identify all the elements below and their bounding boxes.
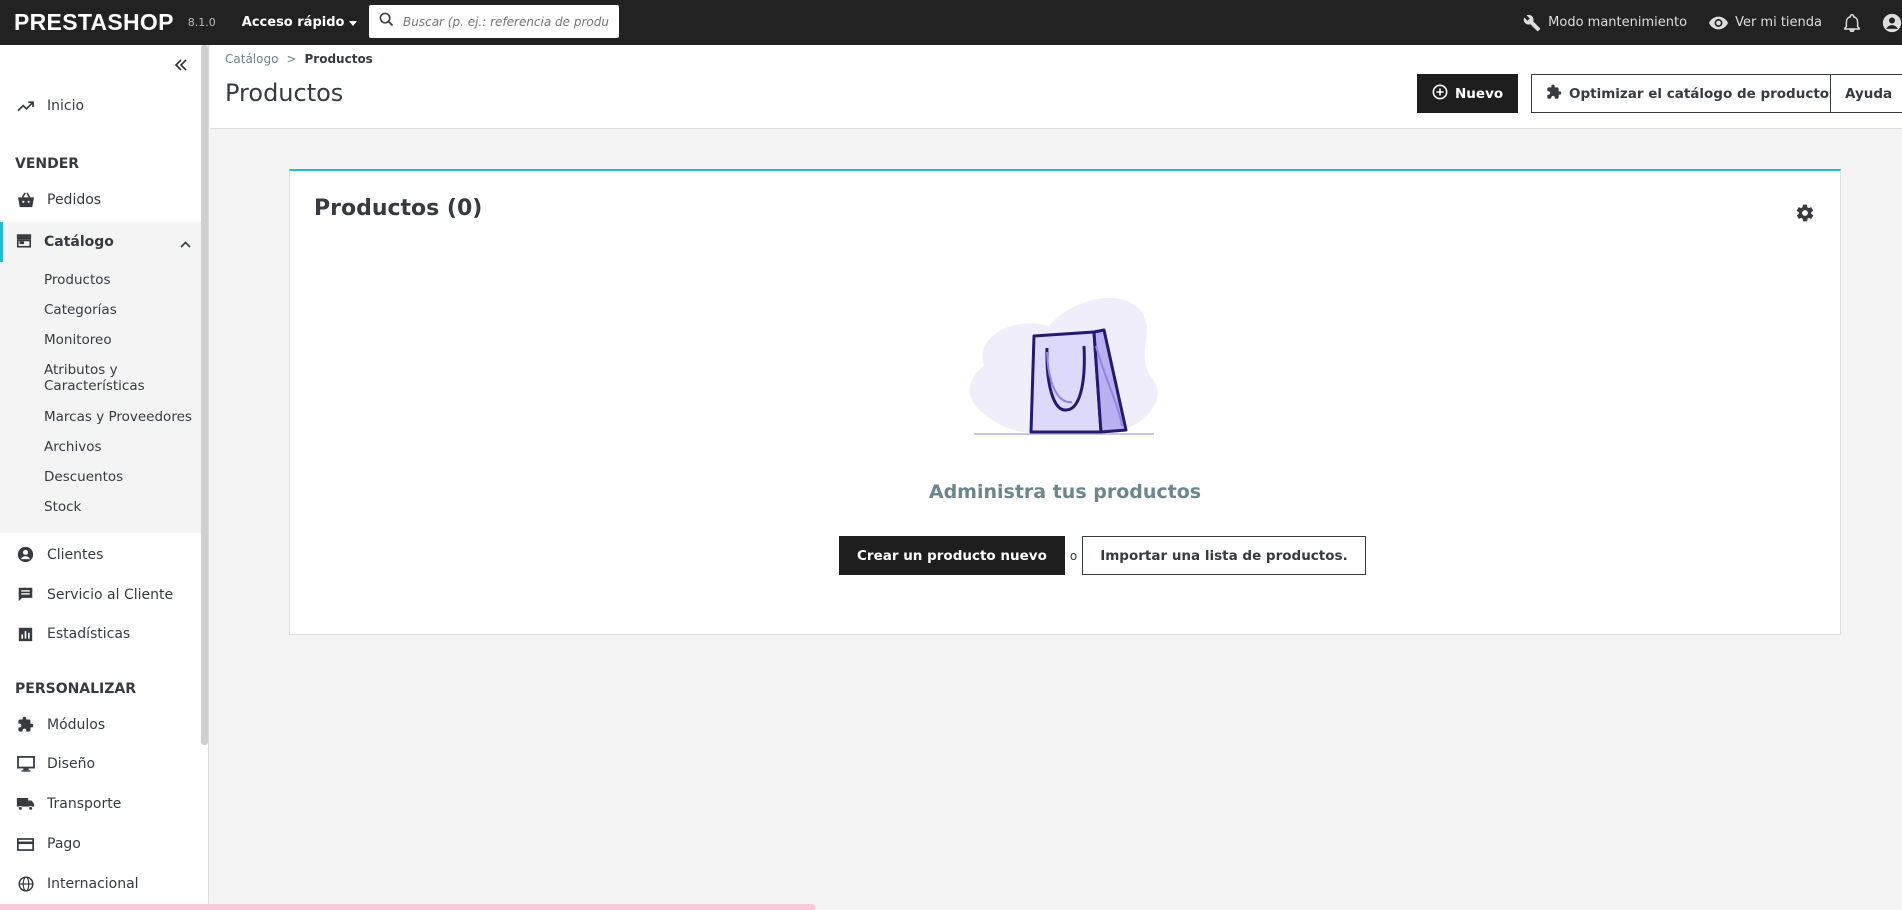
chat-icon [16, 586, 35, 603]
sidebar-item-catalogo[interactable]: Catálogo [0, 222, 201, 262]
basket-icon [16, 192, 35, 208]
sidebar-item-estadisticas[interactable]: Estadísticas [0, 626, 200, 642]
sidebar-item-transporte[interactable]: Transporte [0, 796, 200, 812]
truck-icon [16, 797, 35, 811]
maintenance-label: Modo mantenimiento [1548, 15, 1688, 30]
sidebar-item-label: Módulos [47, 716, 106, 733]
caret-down-icon [349, 21, 358, 26]
sidebar-item-label: Diseño [47, 756, 96, 772]
bell-icon [1844, 13, 1860, 32]
bottom-notice-bar [0, 904, 815, 910]
notifications-button[interactable] [1844, 13, 1860, 32]
wrench-icon [1523, 14, 1541, 32]
account-circle-icon [16, 546, 35, 563]
version-label: 8.1.0 [187, 16, 216, 29]
section-personalizar: PERSONALIZAR [15, 681, 137, 697]
breadcrumb-current: Productos [304, 52, 373, 66]
search-input[interactable] [403, 14, 609, 29]
card-title: Productos (0) [314, 196, 483, 221]
sidebar-item-modulos[interactable]: Módulos [0, 716, 200, 733]
help-button[interactable]: Ayuda [1830, 74, 1902, 113]
view-store-label: Ver mi tienda [1735, 15, 1822, 30]
products-card: Productos (0) Administra tus productos C… [289, 169, 1841, 635]
sidebar-item-inicio[interactable]: Inicio [0, 98, 200, 114]
submenu-monitoreo[interactable]: Monitoreo [44, 332, 194, 348]
gear-icon[interactable] [1795, 203, 1815, 227]
submenu-archivos[interactable]: Archivos [44, 439, 194, 455]
sidebar-item-label: Pago [47, 836, 81, 852]
collapse-sidebar-icon[interactable] [174, 55, 188, 76]
create-product-button[interactable]: Crear un producto nuevo [839, 536, 1065, 575]
section-vender: VENDER [15, 156, 80, 172]
new-button-label: Nuevo [1455, 85, 1504, 102]
new-product-button[interactable]: Nuevo [1417, 74, 1519, 113]
breadcrumb-catalogo[interactable]: Catálogo [225, 52, 278, 66]
sidebar-item-diseno[interactable]: Diseño [0, 756, 200, 772]
logo[interactable]: PRESTASHOP [14, 9, 174, 36]
sidebar-item-pago[interactable]: Pago [0, 836, 200, 852]
add-circle-icon [1432, 84, 1448, 104]
bar-chart-icon [16, 627, 35, 642]
submenu-descuentos[interactable]: Descuentos [44, 469, 194, 485]
shopping-bag-illustration [954, 286, 1174, 450]
globe-icon [16, 876, 35, 892]
page-title: Productos [225, 79, 344, 107]
sidebar-item-servicio[interactable]: Servicio al Cliente [0, 586, 200, 603]
chevron-up-icon [180, 236, 191, 252]
profile-button[interactable] [1882, 13, 1902, 33]
breadcrumb: Catálogo > Productos [225, 52, 373, 66]
sidebar-item-label: Estadísticas [47, 626, 131, 642]
submenu-categorias[interactable]: Categorías [44, 302, 194, 318]
optimize-catalog-button[interactable]: Optimizar el catálogo de productos [1531, 74, 1853, 113]
maintenance-link[interactable]: Modo mantenimiento [1523, 14, 1687, 32]
search-icon [379, 12, 394, 31]
trending-up-icon [16, 100, 35, 112]
sidebar-item-label: Inicio [47, 98, 85, 114]
view-store-link[interactable]: Ver mi tienda [1709, 15, 1822, 30]
sidebar-item-label: Transporte [47, 796, 122, 812]
search-box[interactable] [369, 5, 619, 38]
sidebar-item-label: Pedidos [47, 192, 102, 208]
credit-card-icon [16, 837, 35, 851]
optimize-button-label: Optimizar el catálogo de productos [1569, 85, 1838, 102]
account-icon [1882, 13, 1902, 33]
eye-icon [1709, 16, 1729, 30]
submenu-atributos[interactable]: Atributos y Características [44, 362, 164, 394]
sidebar-item-label: Internacional [47, 876, 139, 892]
submenu-stock[interactable]: Stock [44, 499, 194, 515]
sidebar-item-label: Catálogo [44, 234, 114, 250]
or-text: o [1069, 548, 1078, 563]
puzzle-icon [1546, 84, 1562, 104]
breadcrumb-separator: > [286, 52, 297, 66]
submenu-productos[interactable]: Productos [44, 272, 194, 288]
empty-state-title: Administra tus productos [928, 481, 1202, 503]
empty-state-actions: Crear un producto nuevo o Importar una l… [839, 536, 1366, 575]
sidebar-item-pedidos[interactable]: Pedidos [0, 192, 200, 208]
sidebar: Inicio VENDER Pedidos Catálogo Productos… [0, 45, 209, 910]
help-button-label: Ayuda [1845, 85, 1893, 102]
quick-access-dropdown[interactable]: Acceso rápido [242, 15, 358, 30]
quick-access-label: Acceso rápido [241, 15, 345, 30]
sidebar-item-clientes[interactable]: Clientes [0, 546, 200, 563]
sidebar-scrollbar[interactable] [201, 45, 208, 745]
submenu-marcas[interactable]: Marcas y Proveedores [44, 409, 194, 425]
monitor-icon [16, 756, 35, 772]
store-icon [16, 233, 32, 252]
sidebar-item-internacional[interactable]: Internacional [0, 876, 200, 892]
import-products-button[interactable]: Importar una lista de productos. [1082, 536, 1366, 575]
puzzle-icon [16, 716, 35, 733]
catalog-submenu: Catálogo Productos Categorías Monitoreo … [0, 222, 201, 533]
page-header: Catálogo > Productos Productos Nuevo Opt… [210, 45, 1902, 129]
sidebar-item-label: Clientes [47, 546, 104, 563]
top-bar: PRESTASHOP 8.1.0 Acceso rápido Modo mant… [0, 0, 1902, 45]
sidebar-item-label: Servicio al Cliente [47, 586, 174, 603]
